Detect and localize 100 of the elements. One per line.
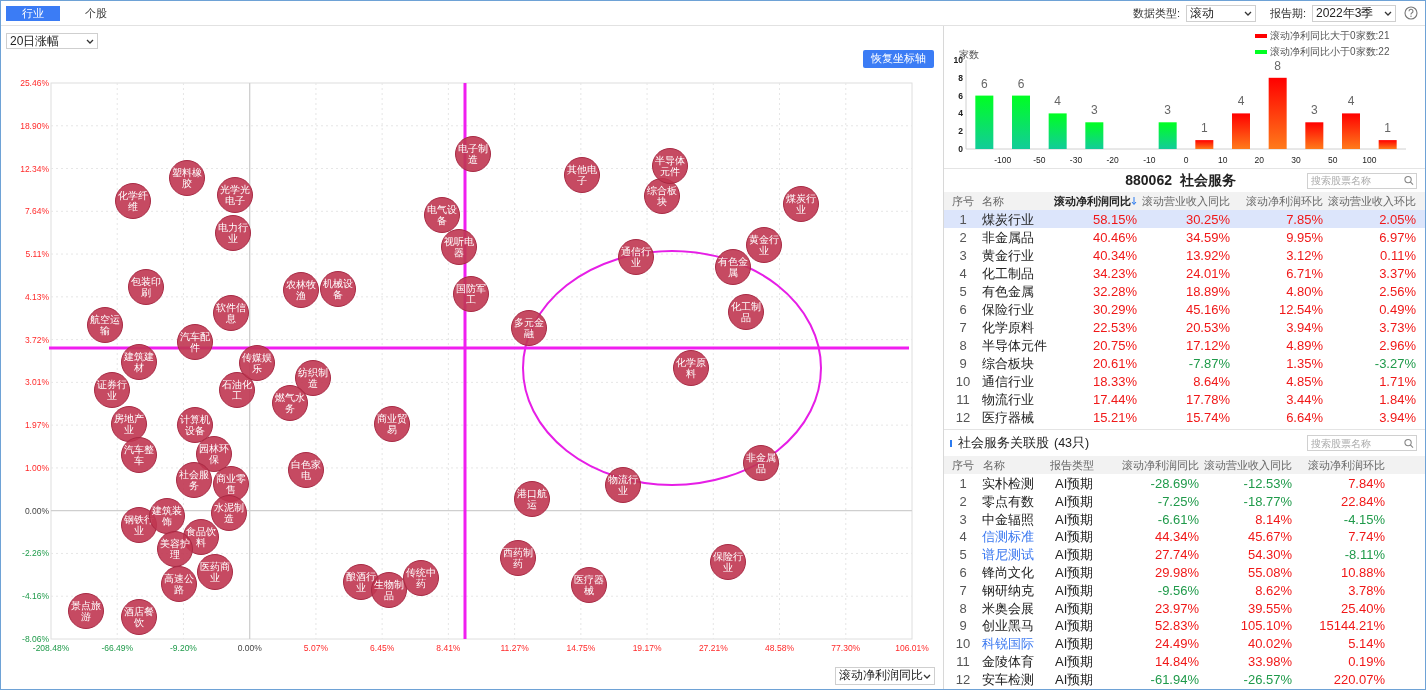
- table-cell-text: AI预期: [1054, 510, 1095, 529]
- table-cell-text: AI预期: [1054, 564, 1095, 582]
- table-cell-text: 20.61%: [1091, 355, 1137, 373]
- table-cell-text: 1.71%: [1378, 373, 1416, 391]
- table-cell-text: 24.01%: [1184, 265, 1230, 283]
- table-cell-text: 3: [958, 247, 968, 265]
- table-cell-text: -7.25%: [1156, 492, 1199, 511]
- table-cell-text: 有色金属: [982, 283, 1035, 301]
- table-cell-text: 0.19%: [1347, 652, 1385, 671]
- table-cell-text: 39.55%: [1246, 599, 1292, 618]
- table-cell-text: -18.77%: [1242, 492, 1292, 511]
- table-cell-text: 2.96%: [1378, 337, 1416, 355]
- x-axis-label: 14.75%: [566, 642, 596, 655]
- table-cell-text: 12.54%: [1277, 301, 1323, 319]
- table-cell-text: 15144.21%: [1318, 617, 1385, 636]
- table-cell-text: 金陵体育: [982, 652, 1035, 671]
- table-cell-text: 33.98%: [1246, 652, 1292, 671]
- bar-value-label: 1: [1201, 121, 1208, 136]
- table-cell-text: 17.12%: [1184, 337, 1230, 355]
- table-cell-text: 8.64%: [1192, 373, 1230, 391]
- table-cell-text: 7: [958, 319, 968, 337]
- table-cell-text: -3.27%: [1373, 355, 1416, 373]
- table-cell-text: 0.49%: [1378, 301, 1416, 319]
- table-cell-text: 8: [958, 337, 968, 355]
- table-cell-text: 综合板块: [982, 355, 1035, 373]
- table-cell-text: 10: [954, 373, 972, 391]
- table-cell-text: 52.83%: [1153, 617, 1199, 636]
- x-axis-label: 30: [1291, 155, 1301, 165]
- table-cell-text: 7.74%: [1347, 528, 1385, 547]
- table-cell-text: 45.16%: [1184, 301, 1230, 319]
- table-cell-text: 4.85%: [1285, 373, 1323, 391]
- y-axis-label: 0.00%: [23, 504, 49, 518]
- table-cell-text: 14.84%: [1153, 652, 1199, 671]
- table-cell-text: 5: [958, 283, 968, 301]
- x-axis-label: -9.20%: [170, 642, 197, 655]
- x-axis-label: -50: [1033, 155, 1046, 165]
- y-axis-label: 12.34%: [19, 162, 49, 175]
- y-axis-label: 4.13%: [23, 290, 49, 304]
- y-axis-label: 0: [958, 144, 963, 154]
- table-cell-text: 3: [958, 510, 968, 529]
- table-cell-text: 6.71%: [1285, 265, 1323, 283]
- table-cell-text: AI预期: [1054, 475, 1095, 493]
- x-axis-label: 10: [1217, 155, 1228, 165]
- x-axis-label: 77.30%: [831, 642, 861, 655]
- table-cell-text: 9.95%: [1285, 229, 1323, 247]
- table-cell-text: -6.61%: [1156, 510, 1199, 529]
- bar-value-label: 8: [1274, 58, 1281, 73]
- table-cell-text: 实朴检测: [982, 475, 1035, 493]
- y-axis-label: 8: [958, 72, 963, 83]
- table-cell-text: AI预期: [1054, 528, 1095, 547]
- table-cell-text: 17.78%: [1184, 391, 1230, 409]
- table-cell-text: 12: [954, 409, 972, 427]
- table-cell-text: 23.97%: [1153, 599, 1199, 618]
- table-cell-text: 32.28%: [1091, 283, 1137, 301]
- table-cell-text: 22.84%: [1339, 492, 1385, 511]
- x-axis-label: -20: [1106, 155, 1119, 165]
- table-cell-text: 4: [958, 528, 968, 547]
- x-axis-label: -100: [994, 155, 1012, 165]
- table-cell-text: 7.85%: [1285, 211, 1323, 229]
- filter-label: 报告期:: [1269, 5, 1306, 21]
- y-axis-label: 7.64%: [23, 204, 49, 218]
- table-cell-text: 11: [955, 391, 971, 409]
- bar-value-label: 4: [1237, 94, 1245, 109]
- table-cell-text: 1.35%: [1285, 355, 1323, 373]
- table-cell-text: AI预期: [1054, 635, 1095, 654]
- x-axis-label: 5.07%: [303, 642, 328, 655]
- x-axis-label: 8.41%: [436, 642, 461, 655]
- filter-label: 数据类型:: [1132, 5, 1180, 21]
- table-cell-text: 3.44%: [1285, 391, 1323, 409]
- table-cell-text: 18.33%: [1091, 373, 1137, 391]
- table-cell-text: 10: [954, 635, 972, 654]
- table-cell-text: 煤炭行业: [982, 211, 1035, 229]
- legend-label: 滚动净利同比大于0家数:21: [1270, 30, 1390, 41]
- y-axis-label: 6: [958, 90, 963, 101]
- y-axis-label: 1.97%: [23, 418, 49, 432]
- bar-value-label: 6: [1017, 76, 1025, 91]
- bar-value-label: 3: [1164, 103, 1171, 118]
- table-cell-text: AI预期: [1054, 492, 1095, 511]
- y-axis-label: 2: [958, 126, 963, 137]
- x-axis-label: 27.21%: [698, 642, 728, 655]
- table-cell-text: 半导体元件: [982, 337, 1048, 355]
- x-axis-label: 20: [1254, 155, 1265, 165]
- x-axis-label: -10: [1143, 155, 1156, 165]
- table-cell-text: 40.46%: [1091, 229, 1137, 247]
- table-cell-text: 3.12%: [1285, 247, 1323, 265]
- table-cell-text: 34.59%: [1184, 229, 1230, 247]
- x-axis-label: 0: [1183, 155, 1189, 165]
- table-cell-text: 非金属品: [982, 229, 1035, 247]
- y-axis-label: -8.06%: [21, 632, 49, 645]
- y-axis-label: -2.26%: [21, 547, 49, 560]
- table-cell-text: 25.40%: [1339, 599, 1385, 618]
- table-cell-text: 2.56%: [1378, 283, 1416, 301]
- y-axis-label: 3.72%: [23, 333, 49, 346]
- table-cell-text: 4.80%: [1285, 283, 1323, 301]
- table-cell-text: 7: [958, 581, 968, 600]
- table-cell-text: 米奥会展: [982, 599, 1035, 618]
- table-cell-text: 22.53%: [1091, 319, 1137, 337]
- table-cell-text: 创业黑马: [982, 617, 1035, 636]
- table-cell-text: 9: [958, 617, 968, 636]
- table-cell-text: -61.94%: [1149, 670, 1199, 689]
